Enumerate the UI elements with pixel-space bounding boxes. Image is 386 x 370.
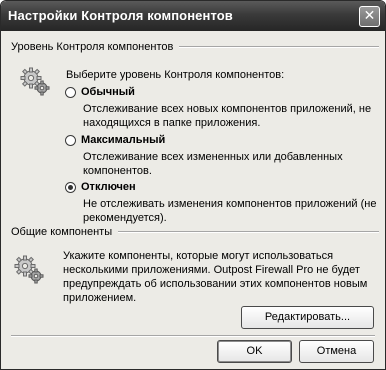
option-normal-description: Отслеживание всех новых компонентов прил… bbox=[83, 102, 371, 130]
shared-components-group-label: Общие компоненты bbox=[11, 226, 113, 238]
dialog-window: Настройки Контроля компонентов ✕ Уровень… bbox=[0, 0, 386, 370]
title-bar[interactable]: Настройки Контроля компонентов ✕ bbox=[1, 1, 385, 31]
shared-components-group-header: Общие компоненты bbox=[11, 226, 379, 238]
radio-option-disabled[interactable]: Отключен bbox=[65, 181, 136, 193]
gears-icon bbox=[20, 67, 50, 96]
radio-disabled-label[interactable]: Отключен bbox=[81, 181, 136, 193]
component-control-group-label: Уровень Контроля компонентов bbox=[11, 41, 174, 53]
footer-divider bbox=[11, 335, 375, 337]
group-divider bbox=[118, 231, 379, 233]
component-control-group-header: Уровень Контроля компонентов bbox=[11, 41, 379, 53]
radio-normal-label[interactable]: Обычный bbox=[81, 86, 135, 98]
close-icon: ✕ bbox=[363, 8, 376, 24]
description-line: Не отслеживать изменения компонентов при… bbox=[83, 198, 377, 210]
radio-normal[interactable] bbox=[65, 86, 76, 98]
component-control-prompt: Выберите уровень Контроля компонентов: bbox=[66, 69, 285, 81]
radio-option-maximum[interactable]: Максимальный bbox=[65, 134, 165, 146]
shared-components-description: Укажите компоненты, которые могут исполь… bbox=[63, 249, 367, 305]
description-line: несколькими приложениями. Outpost Firewa… bbox=[63, 264, 360, 276]
ok-button[interactable]: OK bbox=[217, 340, 292, 363]
description-line: предупреждать об использовании этих комп… bbox=[63, 278, 368, 290]
description-line: компонентов. bbox=[83, 165, 152, 177]
description-line: рекомендуется). bbox=[83, 212, 167, 224]
close-button[interactable]: ✕ bbox=[359, 6, 380, 27]
cancel-button[interactable]: Отмена bbox=[299, 340, 374, 363]
group-divider bbox=[179, 46, 379, 48]
description-line: Отслеживание всех новых компонентов прил… bbox=[83, 103, 372, 115]
radio-maximum-label[interactable]: Максимальный bbox=[81, 134, 165, 146]
edit-components-button[interactable]: Редактировать... bbox=[241, 306, 374, 329]
description-line: Укажите компоненты, которые могут исполь… bbox=[63, 250, 334, 262]
option-maximum-description: Отслеживание всех измененных или добавле… bbox=[83, 150, 343, 178]
radio-disabled[interactable] bbox=[65, 181, 76, 193]
gears-icon bbox=[14, 255, 44, 284]
radio-option-normal[interactable]: Обычный bbox=[65, 86, 135, 98]
window-title: Настройки Контроля компонентов bbox=[8, 8, 233, 23]
description-line: Отслеживание всех измененных или добавле… bbox=[83, 151, 343, 163]
radio-maximum[interactable] bbox=[65, 134, 76, 146]
option-disabled-description: Не отслеживать изменения компонентов при… bbox=[83, 197, 376, 225]
description-line: приложением. bbox=[63, 292, 137, 304]
description-line: находящихся в папке приложения. bbox=[83, 117, 261, 129]
